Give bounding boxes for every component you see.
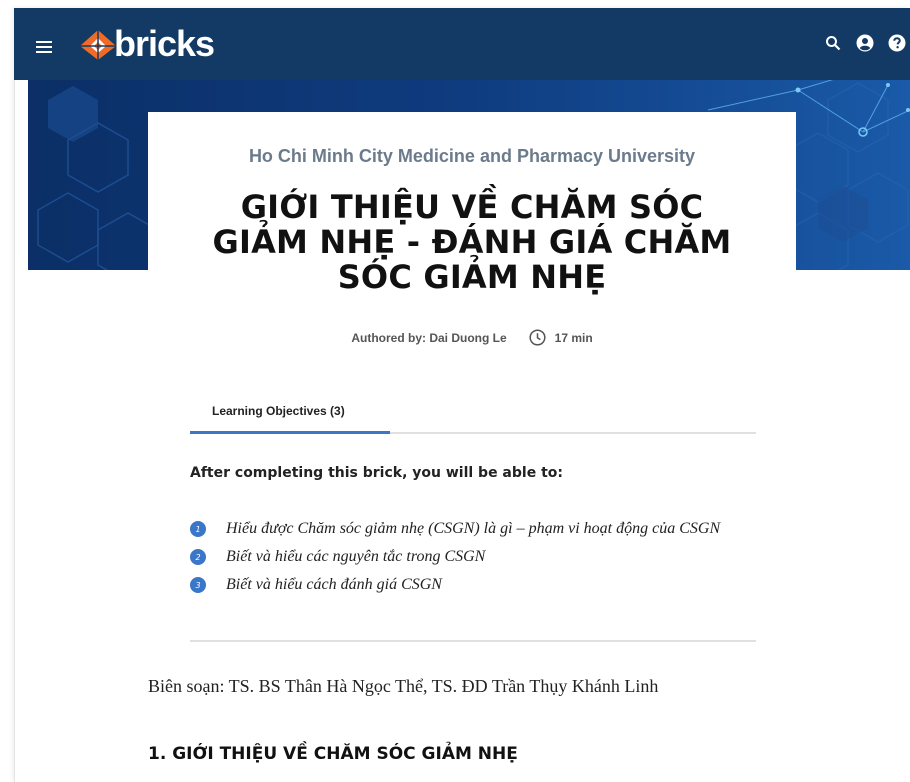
objective-number-badge: 1	[190, 521, 206, 537]
objectives-list: 1 Hiểu được Chăm sóc giảm nhẹ (CSGN) là …	[190, 515, 720, 599]
objective-number-badge: 2	[190, 549, 206, 565]
objective-text: Biết và hiểu các nguyên tắc trong CSGN	[226, 548, 486, 565]
objective-text: Hiểu được Chăm sóc giảm nhẹ (CSGN) là gì…	[226, 520, 721, 537]
brick-title: GIỚI THIỆU VỀ CHĂM SÓC GIẢM NHẸ - ĐÁNH G…	[168, 190, 776, 295]
bricks-logo[interactable]: bricks	[76, 22, 215, 66]
clock-icon	[529, 329, 546, 346]
brick-title-line: GIẢM NHẸ - ĐÁNH GIÁ CHĂM	[212, 223, 732, 261]
brand-name: bricks	[114, 23, 215, 64]
brick-title-line: SÓC GIẢM NHẸ	[337, 258, 607, 296]
tab-learning-objectives[interactable]: Learning Objectives (3)	[190, 400, 390, 434]
objective-item: 3 Biết và hiểu cách đánh giá CSGN	[190, 571, 720, 599]
author-link[interactable]: Authored by: Dai Duong Le	[351, 331, 506, 345]
help-icon[interactable]	[888, 34, 906, 52]
section-heading: 1. GIỚI THIỆU VỀ CHĂM SÓC GIẢM NHẸ	[148, 744, 518, 764]
reading-time: 17 min	[554, 330, 593, 345]
institution-name: Ho Chi Minh City Medicine and Pharmacy U…	[248, 146, 696, 166]
search-icon[interactable]	[824, 34, 842, 52]
objectives-heading: After completing this brick, you will be…	[190, 465, 563, 481]
section-divider	[190, 640, 756, 642]
objective-item: 1 Hiểu được Chăm sóc giảm nhẹ (CSGN) là …	[190, 515, 720, 543]
objective-number-badge: 3	[190, 577, 206, 593]
account-icon[interactable]	[856, 34, 874, 52]
objective-text: Biết và hiểu cách đánh giá CSGN	[226, 576, 442, 593]
tab-bar: Learning Objectives (3)	[190, 400, 756, 434]
brick-meta: Authored by: Dai Duong Le 17 min	[148, 329, 796, 346]
brick-title-line: GIỚI THIỆU VỀ CHĂM SÓC	[240, 188, 704, 226]
menu-icon[interactable]	[36, 41, 56, 57]
objective-item: 2 Biết và hiểu các nguyên tắc trong CSGN	[190, 543, 720, 571]
compiled-by-text: Biên soạn: TS. BS Thân Hà Ngọc Thể, TS. …	[148, 676, 659, 696]
top-navigation-bar: bricks	[14, 8, 910, 80]
